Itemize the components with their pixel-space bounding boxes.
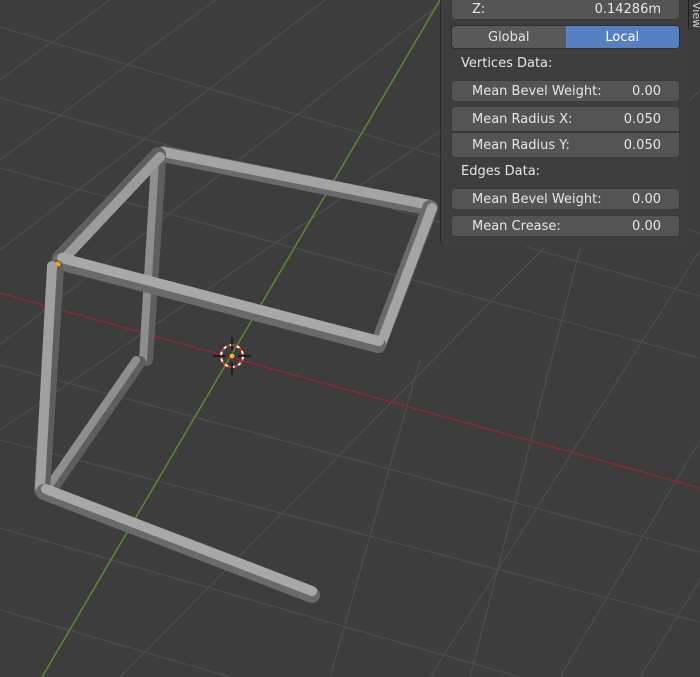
vertex-bevel-weight-field[interactable]: Mean Bevel Weight: 0.00 bbox=[451, 80, 680, 102]
mean-radius-y-value: 0.050 bbox=[623, 137, 661, 153]
mean-crease-field[interactable]: Mean Crease: 0.00 bbox=[451, 215, 680, 237]
location-z-field[interactable]: Z: 0.14286m bbox=[451, 0, 680, 20]
vertex-bevel-weight-label: Mean Bevel Weight: bbox=[472, 83, 602, 99]
mean-crease-label: Mean Crease: bbox=[472, 218, 561, 234]
mean-radius-y-label: Mean Radius Y: bbox=[472, 137, 570, 153]
z-value: 0.14286m bbox=[594, 1, 661, 17]
global-button[interactable]: Global bbox=[452, 26, 566, 48]
z-label: Z: bbox=[472, 1, 486, 17]
vertex-bevel-weight-value: 0.00 bbox=[632, 83, 661, 99]
mesh-object[interactable] bbox=[34, 146, 438, 603]
local-button[interactable]: Local bbox=[565, 26, 679, 48]
edge-bevel-weight-field[interactable]: Mean Bevel Weight: 0.00 bbox=[451, 188, 680, 210]
vertices-data-header: Vertices Data: bbox=[461, 56, 553, 71]
edge-bevel-weight-value: 0.00 bbox=[632, 191, 661, 207]
mean-radius-y-field[interactable]: Mean Radius Y: 0.050 bbox=[451, 132, 680, 158]
view-tab-label: View bbox=[690, 2, 700, 29]
3d-cursor-icon[interactable] bbox=[213, 337, 251, 375]
mean-radius-x-label: Mean Radius X: bbox=[472, 111, 573, 127]
coordinate-space-toggle: Global Local bbox=[451, 25, 680, 49]
mean-radius-x-field[interactable]: Mean Radius X: 0.050 bbox=[451, 106, 680, 132]
sidebar-panel: Z: 0.14286m Global Local Vertices Data: … bbox=[440, 0, 689, 247]
mean-radius-x-value: 0.050 bbox=[623, 111, 661, 127]
view-tab[interactable]: View bbox=[688, 0, 700, 30]
edges-data-header: Edges Data: bbox=[461, 164, 541, 179]
edge-bevel-weight-label: Mean Bevel Weight: bbox=[472, 191, 602, 207]
mean-crease-value: 0.00 bbox=[632, 218, 661, 234]
